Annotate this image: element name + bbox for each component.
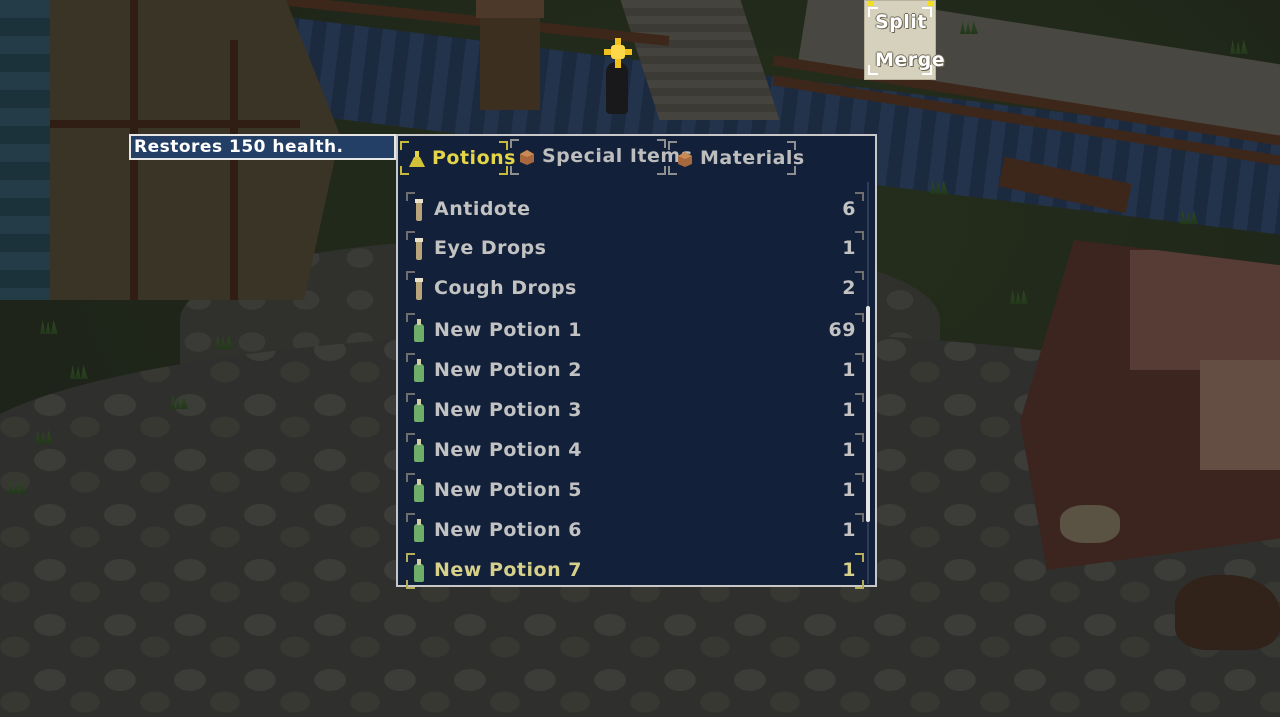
item-row-new-potion-4[interactable]: New Potion 4 1 — [406, 431, 864, 469]
tab-label: Materials — [700, 147, 805, 169]
item-row-antidote[interactable]: Antidote 6 — [406, 190, 864, 228]
item-name: New Potion 3 — [434, 399, 582, 421]
tab-special-items[interactable]: Special Items — [510, 137, 692, 175]
green-bottle-icon — [414, 439, 424, 462]
item-name: New Potion 1 — [434, 319, 582, 341]
item-name: Antidote — [434, 198, 531, 220]
vial-icon — [414, 278, 424, 300]
frame-corner — [922, 65, 932, 75]
item-row-new-potion-2[interactable]: New Potion 2 1 — [406, 351, 864, 389]
item-quantity: 6 — [842, 198, 856, 220]
item-name: New Potion 6 — [434, 519, 582, 541]
green-bottle-icon — [414, 559, 424, 582]
item-name: New Potion 2 — [434, 359, 582, 381]
item-name: Eye Drops — [434, 237, 547, 259]
item-quantity: 1 — [842, 559, 856, 581]
green-bottle-icon — [414, 479, 424, 502]
green-bottle-icon — [414, 519, 424, 542]
item-name: New Potion 5 — [434, 479, 582, 501]
potion-flask-icon — [409, 151, 425, 167]
item-row-cough-drops[interactable]: Cough Drops 2 — [406, 269, 864, 307]
bag-icon — [678, 152, 692, 167]
split-merge-panel: Split Merge — [864, 0, 945, 80]
inventory-panel: Potions Special Items Materials Antidote… — [396, 134, 877, 589]
item-name: New Potion 4 — [434, 439, 582, 461]
quest-marker-icon — [604, 38, 632, 70]
green-bottle-icon — [414, 359, 424, 382]
bag-icon — [520, 150, 534, 165]
item-quantity: 1 — [842, 359, 856, 381]
frame-corner — [868, 7, 878, 17]
frame-corner — [868, 65, 878, 75]
green-bottle-icon — [414, 399, 424, 422]
item-quantity: 2 — [842, 277, 856, 299]
item-quantity: 1 — [842, 237, 856, 259]
item-quantity: 69 — [828, 319, 856, 341]
frame-corner — [922, 7, 932, 17]
item-row-new-potion-5[interactable]: New Potion 5 1 — [406, 471, 864, 509]
item-name: New Potion 7 — [434, 559, 582, 581]
list-scrollbar[interactable] — [864, 182, 872, 584]
item-name: Cough Drops — [434, 277, 577, 299]
item-tooltip: Restores 150 health. — [129, 134, 396, 160]
green-bottle-icon — [414, 319, 424, 342]
item-quantity: 1 — [842, 479, 856, 501]
tab-label: Potions — [432, 147, 516, 169]
item-row-new-potion-6[interactable]: New Potion 6 1 — [406, 511, 864, 549]
item-row-new-potion-7[interactable]: New Potion 7 1 — [406, 551, 864, 589]
item-quantity: 1 — [842, 399, 856, 421]
item-list: Antidote 6 Eye Drops 1 Cough Drops 2 New… — [398, 182, 868, 589]
item-row-new-potion-3[interactable]: New Potion 3 1 — [406, 391, 864, 429]
item-quantity: 1 — [842, 519, 856, 541]
item-row-eye-drops[interactable]: Eye Drops 1 — [406, 229, 864, 267]
vial-icon — [414, 238, 424, 260]
tab-materials[interactable]: Materials — [668, 139, 804, 177]
item-row-new-potion-1[interactable]: New Potion 1 69 — [406, 311, 864, 349]
scrollbar-thumb[interactable] — [866, 306, 870, 522]
vial-icon — [414, 199, 424, 221]
tab-potions[interactable]: Potions — [400, 139, 515, 177]
item-quantity: 1 — [842, 439, 856, 461]
